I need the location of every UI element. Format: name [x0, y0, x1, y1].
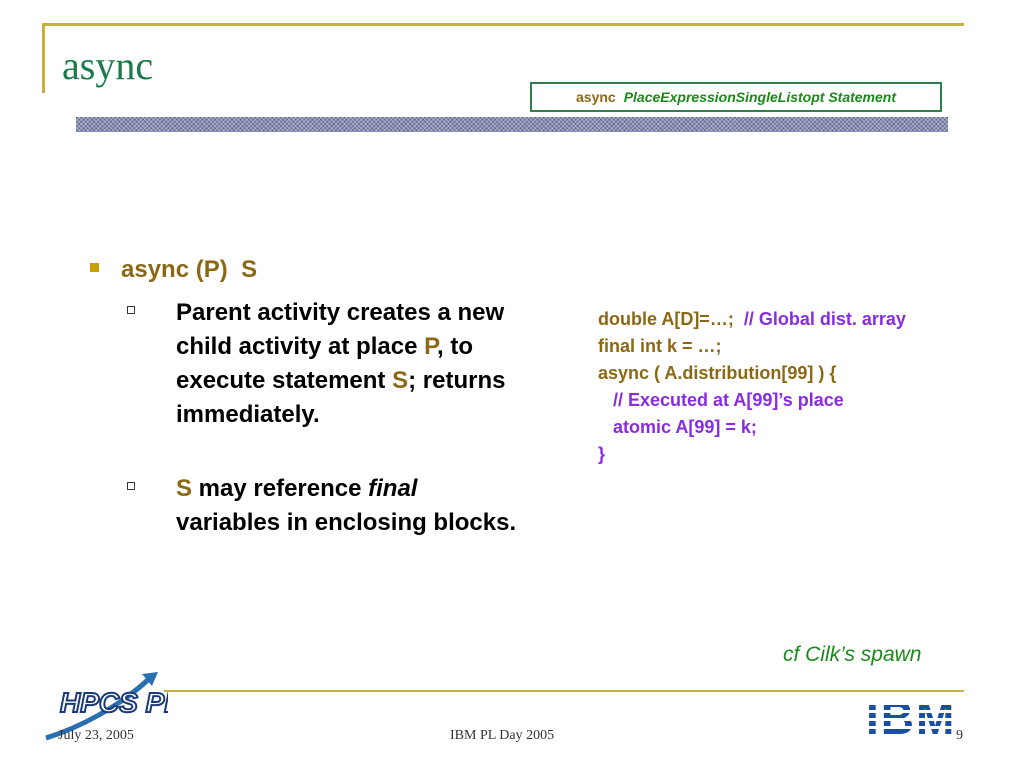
bullet-async-s: S — [241, 256, 258, 283]
cf-note: cf Cilk’s spawn — [783, 643, 922, 666]
code-block: double A[D]=…; // Global dist. array fin… — [598, 306, 906, 468]
slide-title: async — [62, 43, 154, 88]
syntax-rest: PlaceExpressionSingleListopt Statement — [623, 89, 896, 105]
ibm-logo-text: IBM — [866, 692, 956, 742]
sub2-text-1: may reference — [192, 475, 369, 502]
frame-top-rule — [42, 23, 964, 26]
syntax-box: async PlaceExpressionSingleListopt State… — [530, 82, 942, 112]
sub-bullet-final-vars-text: S may reference final variables in enclo… — [176, 472, 521, 540]
code-line-3: async ( A.distribution[99] ) { — [598, 363, 837, 383]
square-bullet-icon — [90, 263, 99, 273]
sub1-s: S — [392, 367, 409, 394]
syntax-keyword: async — [576, 89, 616, 105]
bullet-async-kw: async (P) — [121, 256, 228, 283]
bullet-async: async (P) S — [90, 256, 257, 284]
code-line-2: final int k = …; — [598, 336, 722, 356]
frame-left-rule — [42, 23, 45, 93]
hollow-square-bullet-icon — [127, 306, 135, 314]
page-number: 9 — [956, 728, 963, 743]
code-comment-1: // Global dist. array — [743, 309, 906, 329]
hatched-divider — [76, 117, 948, 132]
footer-date: July 23, 2005 — [58, 728, 134, 743]
sub-bullet-parent-activity-text: Parent activity creates a new child acti… — [176, 296, 521, 432]
code-line-4: // Executed at A[99]’s place — [598, 390, 844, 410]
code-line-5: atomic A[99] = k; — [598, 417, 757, 437]
hollow-square-bullet-icon — [127, 482, 135, 490]
code-line-1: double A[D]=…; — [598, 309, 744, 329]
sub2-text-2: variables in enclosing blocks. — [176, 509, 517, 536]
code-line-6: } — [598, 444, 606, 464]
footer-title: IBM PL Day 2005 — [450, 728, 555, 743]
sub2-final: final — [368, 475, 418, 502]
sub1-p: P — [424, 333, 438, 360]
footer-rule — [164, 690, 964, 692]
ibm-logo: IBM — [862, 692, 982, 742]
sub2-s: S — [176, 475, 193, 502]
hpcs-logo-text: HPCS PERCS — [60, 687, 168, 718]
